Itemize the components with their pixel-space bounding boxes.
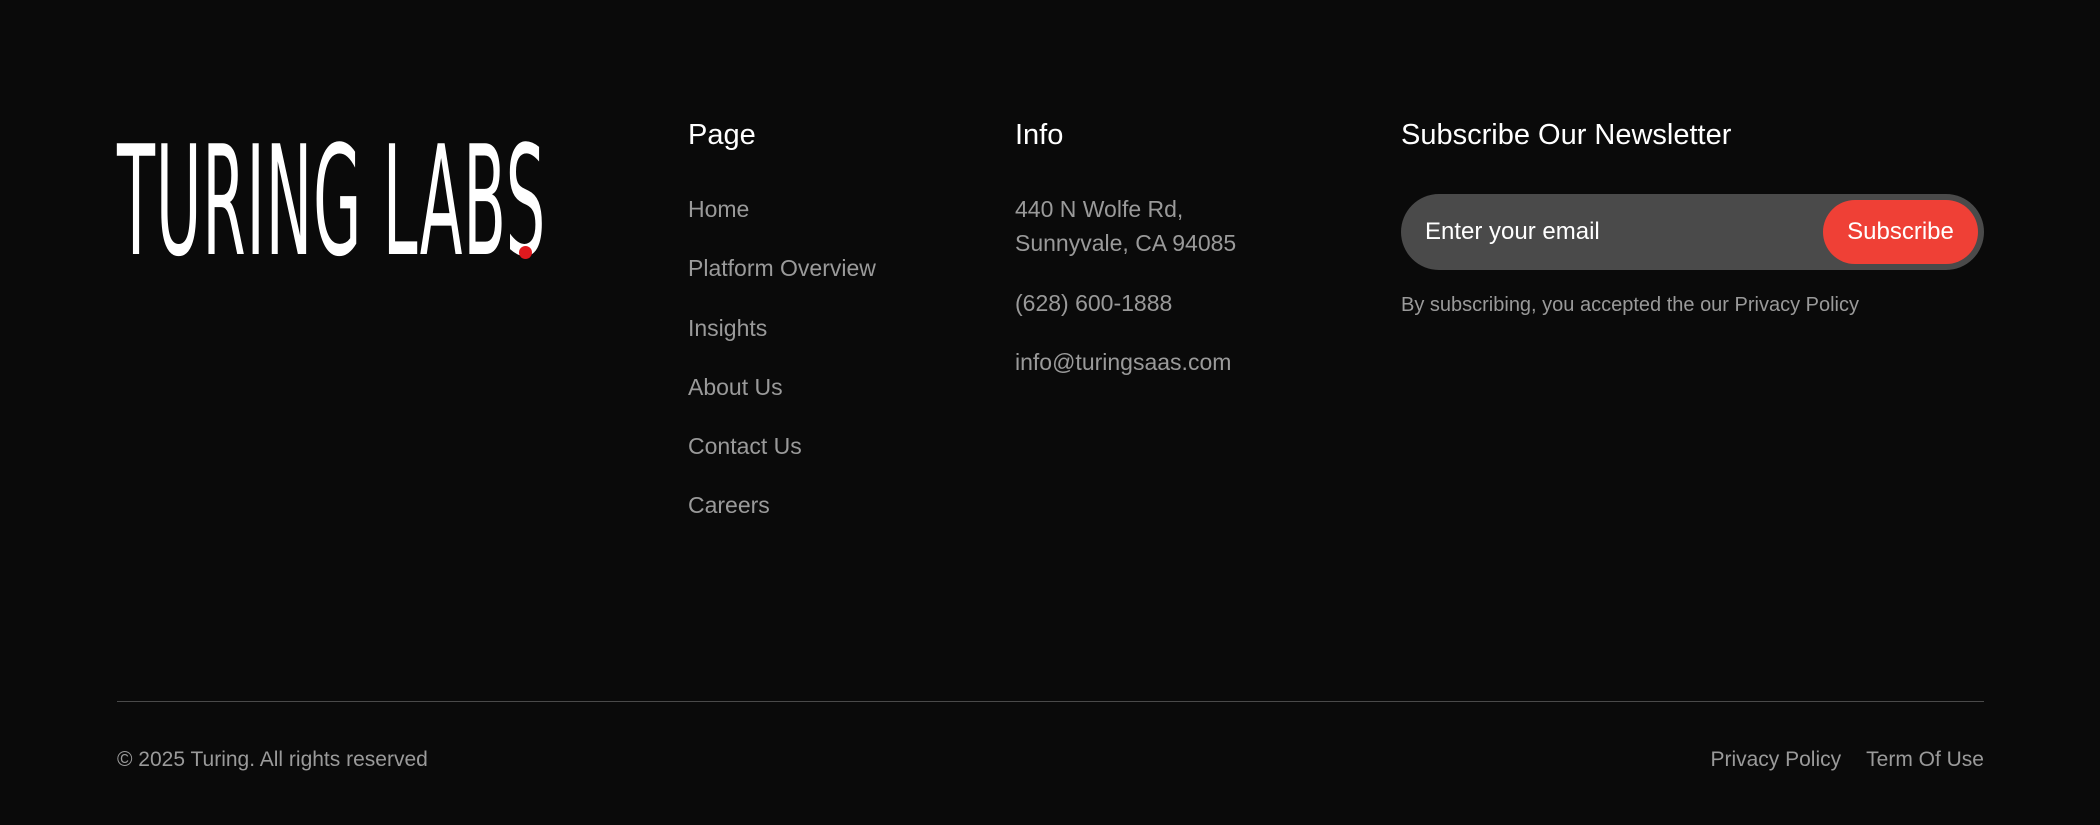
logo-wrap: TURING LABS (117, 126, 545, 278)
site-footer: TURING LABS Page Home Platform Overview … (0, 0, 2100, 825)
logo-text: TURING LABS (117, 113, 547, 290)
footer-link-home[interactable]: Home (688, 196, 749, 222)
list-item: Insights (688, 311, 876, 370)
footer-link-careers[interactable]: Careers (688, 492, 770, 518)
terms-of-use-link[interactable]: Term Of Use (1866, 745, 1984, 775)
page-column-heading: Page (688, 119, 756, 151)
page-links-list: Home Platform Overview Insights About Us… (688, 192, 876, 548)
subscribe-button[interactable]: Subscribe (1823, 200, 1978, 264)
list-item: About Us (688, 370, 876, 429)
address-line-2: Sunnyvale, CA 94085 (1015, 230, 1237, 256)
brand-logo[interactable]: TURING LABS (117, 126, 545, 278)
footer-link-platform-overview[interactable]: Platform Overview (688, 255, 876, 281)
list-item: Platform Overview (688, 251, 876, 310)
footer-link-insights[interactable]: Insights (688, 315, 767, 341)
footer-link-about-us[interactable]: About Us (688, 374, 783, 400)
list-item: Contact Us (688, 429, 876, 488)
list-item: Home (688, 192, 876, 251)
privacy-policy-link[interactable]: Privacy Policy (1710, 745, 1841, 775)
footer-link-contact-us[interactable]: Contact Us (688, 433, 802, 459)
info-column-heading: Info (1015, 119, 1064, 151)
copyright-text: © 2025 Turing. All rights reserved (117, 748, 428, 771)
legal-links: Privacy Policy Term Of Use (1710, 745, 1984, 775)
address-line-1: 440 N Wolfe Rd, (1015, 196, 1184, 222)
address: 440 N Wolfe Rd, Sunnyvale, CA 94085 (1015, 192, 1236, 260)
newsletter-email-input[interactable] (1401, 194, 1821, 270)
list-item: Careers (688, 488, 876, 547)
newsletter-heading: Subscribe Our Newsletter (1401, 119, 1732, 151)
footer-divider (117, 701, 1984, 702)
phone-number[interactable]: (628) 600-1888 (1015, 286, 1172, 320)
newsletter-privacy-note: By subscribing, you accepted the our Pri… (1401, 294, 1859, 316)
email-address[interactable]: info@turingsaas.com (1015, 345, 1231, 379)
logo-dot-icon (519, 246, 532, 259)
newsletter-form: Subscribe (1401, 194, 1984, 270)
